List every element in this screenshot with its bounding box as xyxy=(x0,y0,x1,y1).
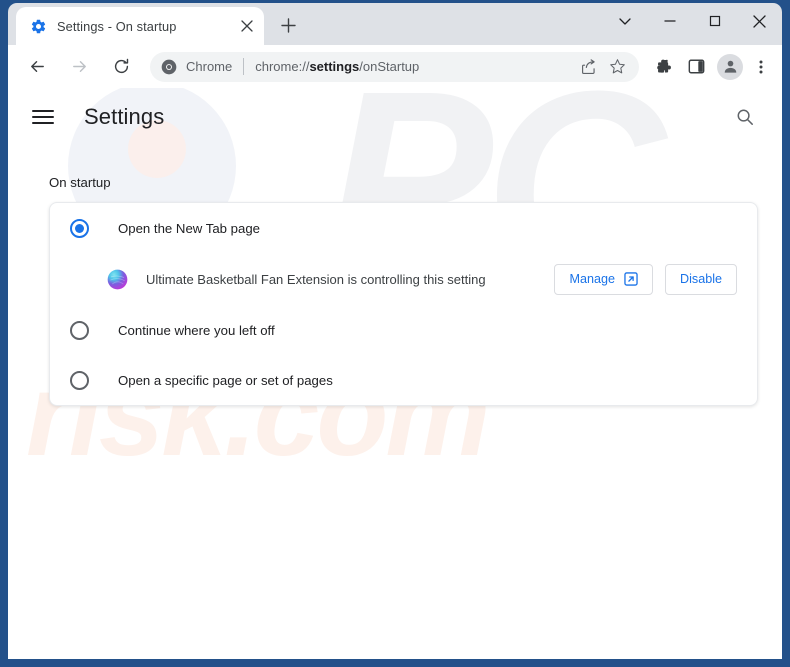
extension-notice-text: Ultimate Basketball Fan Extension is con… xyxy=(146,271,486,287)
settings-gear-icon xyxy=(31,19,46,33)
page-title: Settings xyxy=(84,103,165,129)
radio-label: Open the New Tab page xyxy=(118,220,260,236)
radio-button[interactable] xyxy=(70,320,89,340)
hamburger-menu-icon[interactable] xyxy=(32,102,62,132)
profile-avatar[interactable] xyxy=(717,53,743,80)
url-host: settings xyxy=(309,59,360,74)
disable-button-label: Disable xyxy=(680,272,722,286)
radio-button-selected[interactable] xyxy=(70,218,89,238)
close-glyph xyxy=(241,20,253,32)
browser-window: Settings - On startup Chrome chrome://se… xyxy=(0,0,790,667)
share-icon xyxy=(582,58,595,74)
radio-label: Open a specific page or set of pages xyxy=(118,372,333,388)
side-panel-button[interactable] xyxy=(681,52,711,82)
extension-control-notice: Ultimate Basketball Fan Extension is con… xyxy=(50,253,757,305)
new-tab-button[interactable] xyxy=(271,8,305,42)
omnibox-divider xyxy=(243,58,245,75)
close-icon[interactable] xyxy=(236,15,258,37)
tab-title: Settings - On startup xyxy=(57,18,177,34)
omnibox-brand-label: Chrome xyxy=(186,59,233,74)
tab-strip: Settings - On startup xyxy=(8,3,782,45)
minimize-button[interactable] xyxy=(647,3,692,39)
radio-button[interactable] xyxy=(70,370,89,390)
maximize-button[interactable] xyxy=(692,3,737,39)
back-button[interactable] xyxy=(20,50,54,84)
window-caption-controls xyxy=(602,3,782,39)
close-window-button[interactable] xyxy=(737,3,782,39)
extension-notice-actions: Manage Disable xyxy=(554,263,737,295)
settings-page: PC risk.com Settings On startup xyxy=(8,88,782,659)
manage-button-label: Manage xyxy=(569,272,615,286)
chevron-down-icon xyxy=(618,18,631,25)
omnibox-url-text: chrome://settings/onStartup xyxy=(255,59,575,74)
chrome-menu-button[interactable] xyxy=(746,52,776,82)
open-in-new-icon xyxy=(624,272,638,286)
browser-toolbar: Chrome chrome://settings/onStartup xyxy=(8,45,782,88)
url-prefix: chrome:// xyxy=(255,59,310,74)
close-icon xyxy=(753,14,766,28)
forward-arrow-icon xyxy=(72,61,86,72)
plus-icon xyxy=(280,17,296,33)
address-bar[interactable]: Chrome chrome://settings/onStartup xyxy=(150,51,639,82)
radio-option-specific-pages[interactable]: Open a specific page or set of pages xyxy=(50,355,757,405)
bookmark-button[interactable] xyxy=(603,53,631,81)
url-path: /onStartup xyxy=(359,59,420,74)
on-startup-card: Open the New Tab page Ultimate Basketbal… xyxy=(49,202,758,406)
search-glyph xyxy=(737,109,753,125)
section-label-on-startup: On startup xyxy=(49,175,111,190)
minimize-icon xyxy=(663,20,676,22)
radio-label: Continue where you left off xyxy=(118,322,275,338)
hamburger-bar xyxy=(32,121,54,124)
back-arrow-icon xyxy=(30,61,44,72)
hamburger-bar xyxy=(32,109,54,112)
share-button[interactable] xyxy=(575,53,603,81)
star-icon xyxy=(609,59,625,74)
person-avatar-icon xyxy=(724,60,736,73)
chrome-logo-icon xyxy=(161,59,177,74)
puzzle-piece-icon xyxy=(657,59,671,73)
search-icon[interactable] xyxy=(728,100,762,134)
maximize-icon xyxy=(709,15,720,27)
reload-icon xyxy=(114,58,128,74)
tab-search-button[interactable] xyxy=(602,3,647,39)
reload-button[interactable] xyxy=(104,50,138,84)
extensions-button[interactable] xyxy=(648,52,678,82)
disable-button[interactable]: Disable xyxy=(665,263,737,295)
settings-header: Settings xyxy=(8,88,782,145)
radio-option-continue-where-left-off[interactable]: Continue where you left off xyxy=(50,305,757,355)
forward-button[interactable] xyxy=(62,50,96,84)
radio-option-new-tab-page[interactable]: Open the New Tab page xyxy=(50,203,757,253)
three-dot-menu-icon xyxy=(759,60,763,73)
extension-sphere-icon xyxy=(107,269,128,289)
manage-button[interactable]: Manage xyxy=(554,263,653,295)
tab-settings-on-startup[interactable]: Settings - On startup xyxy=(16,7,264,45)
hamburger-bar xyxy=(32,115,54,118)
side-panel-icon xyxy=(688,59,704,74)
